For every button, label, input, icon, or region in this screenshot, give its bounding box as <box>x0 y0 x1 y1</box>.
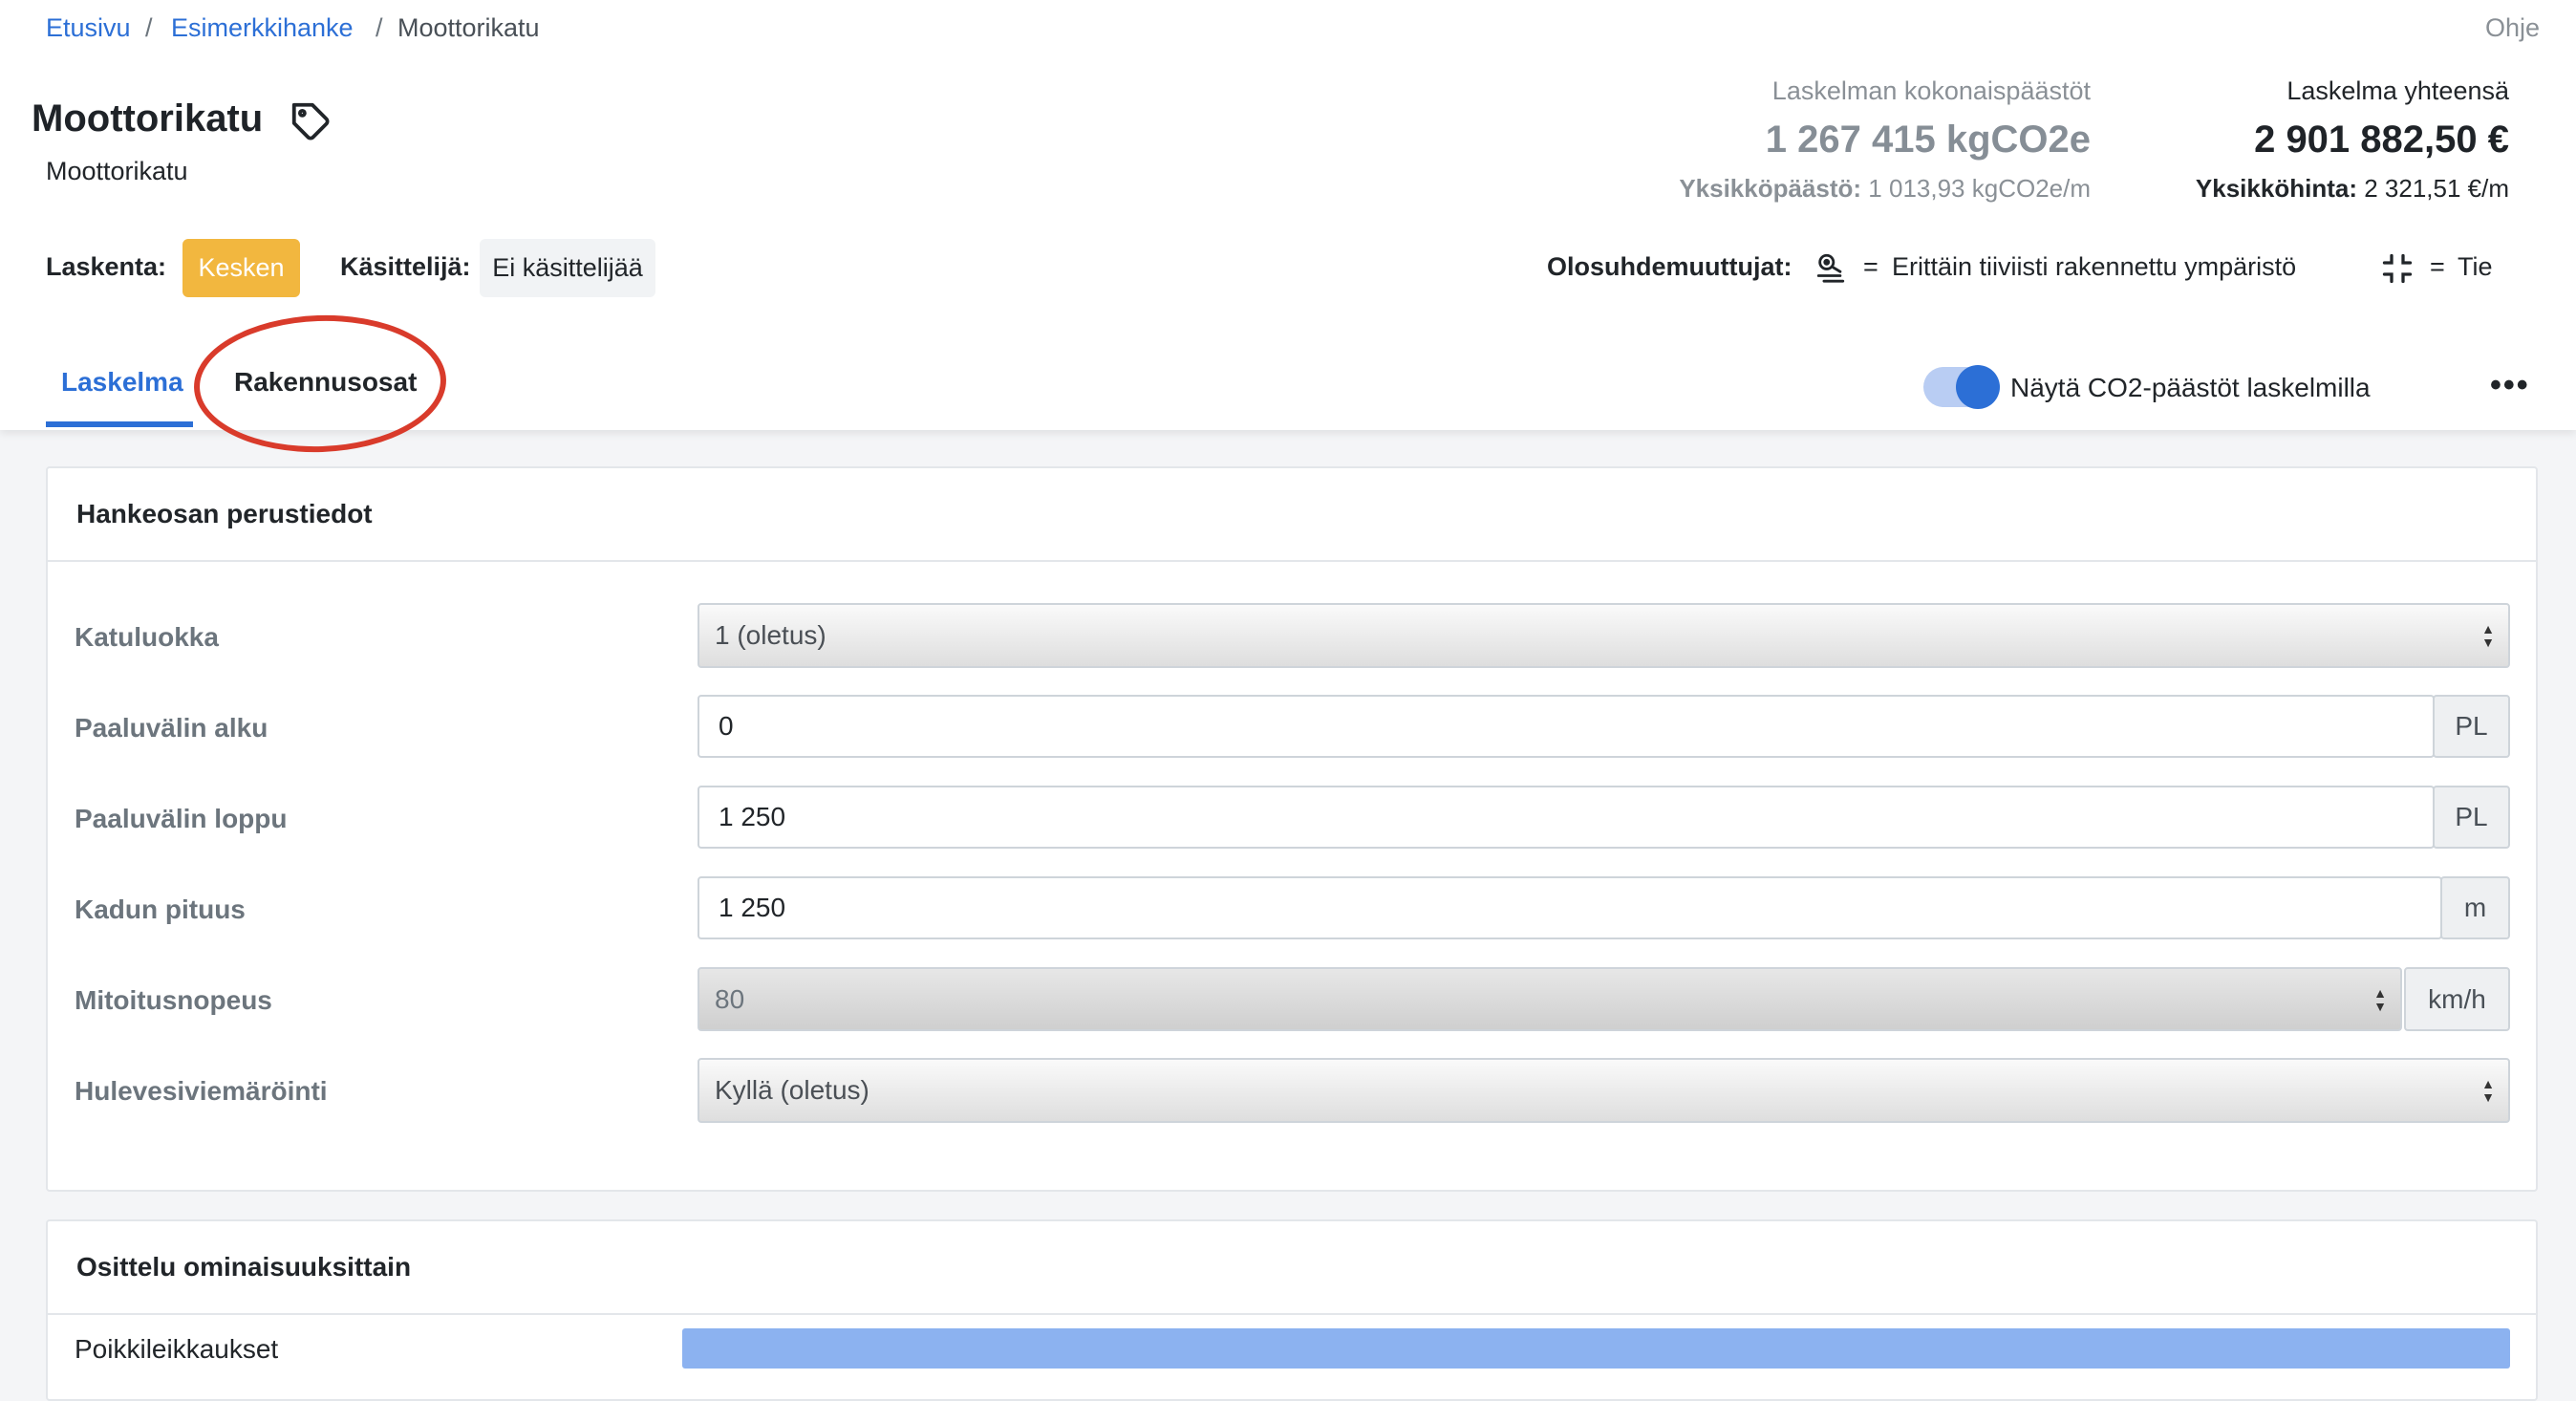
emissions-label: Laskelman kokonaispäästöt <box>1771 76 2091 105</box>
toggle-knob <box>1956 365 2000 409</box>
tab-laskelma[interactable]: Laskelma <box>61 367 183 398</box>
street-length-value: 1 250 <box>719 893 786 922</box>
design-speed-select[interactable]: 80 ▲ ▼ <box>698 967 2402 1031</box>
stormwater-select[interactable]: Kyllä (oletus) ▲ ▼ <box>698 1058 2510 1123</box>
breakdown-title: Osittelu ominaisuuksittain <box>48 1221 2536 1315</box>
chainage-end-value: 1 250 <box>719 802 786 831</box>
emission-unit-line: Yksikköpäästö: 1 013,93 kgCO2e/m <box>1679 174 2091 204</box>
breadcrumb-home-link[interactable]: Etusivu <box>46 13 131 43</box>
street-class-value: 1 (oletus) <box>715 620 826 650</box>
handler-badge[interactable]: Ei käsittelijää <box>480 239 655 297</box>
street-class-select[interactable]: 1 (oletus) ▲ ▼ <box>698 603 2510 668</box>
chainage-end-input[interactable]: 1 250 <box>698 786 2435 849</box>
handler-label: Käsittelijä: <box>340 252 471 281</box>
chainage-end-label: Paaluvälin loppu <box>75 804 288 833</box>
more-options-icon[interactable]: ••• <box>2490 367 2530 404</box>
design-speed-unit: km/h <box>2404 967 2510 1031</box>
conditions-label: Olosuhdemuuttujat: <box>1547 252 1792 281</box>
unit-price-line: Yksikköhinta: 2 321,51 €/m <box>2196 174 2509 204</box>
stormwater-label: Hulevesiviemäröinti <box>75 1076 328 1106</box>
condition-eq: = <box>2430 252 2445 281</box>
design-speed-label: Mitoitusnopeus <box>75 985 272 1015</box>
total-label: Laskelma yhteensä <box>2286 76 2509 105</box>
select-arrows-icon: ▲ ▼ <box>2481 621 2495 650</box>
total-value: 2 901 882,50 € <box>2254 119 2509 161</box>
page-subtitle: Moottorikatu <box>46 157 188 185</box>
breadcrumb-project-link[interactable]: Esimerkkihanke <box>171 13 354 43</box>
active-tab-indicator <box>46 421 193 427</box>
cross-sections-bar <box>682 1328 2510 1369</box>
breakdown-card: Osittelu ominaisuuksittain <box>46 1219 2538 1401</box>
cross-sections-label: Poikkileikkaukset <box>75 1334 279 1364</box>
street-length-unit: m <box>2440 876 2510 939</box>
chainage-end-unit: PL <box>2433 786 2510 849</box>
chainage-start-value: 0 <box>719 711 734 741</box>
emissions-value: 1 267 415 kgCO2e <box>1765 119 2091 161</box>
emission-unit-value: 1 013,93 kgCO2e/m <box>1868 174 2091 203</box>
co2-toggle[interactable] <box>1923 365 2000 409</box>
tag-icon[interactable] <box>289 99 333 143</box>
calc-status-label: Laskenta: <box>46 252 167 281</box>
co2-toggle-label: Näytä CO2-päästöt laskelmilla <box>2010 373 2371 402</box>
select-arrows-icon: ▲ ▼ <box>2373 984 2387 1014</box>
chainage-start-input[interactable]: 0 <box>698 695 2435 758</box>
select-arrows-icon: ▲ ▼ <box>2481 1076 2495 1105</box>
page-title: Moottorikatu <box>32 97 264 140</box>
calc-status-badge[interactable]: Kesken <box>182 239 300 297</box>
street-length-label: Kadun pituus <box>75 894 246 924</box>
breadcrumb-current: Moottorikatu <box>397 13 540 42</box>
street-length-input[interactable]: 1 250 <box>698 876 2442 939</box>
condition-environment-value: Erittäin tiiviisti rakennettu ympäristö <box>1892 252 2297 281</box>
stormwater-value: Kyllä (oletus) <box>715 1075 869 1105</box>
basic-info-title: Hankeosan perustiedot <box>48 468 2536 562</box>
road-icon <box>2382 253 2413 284</box>
help-link[interactable]: Ohje <box>2485 13 2540 43</box>
chainage-start-unit: PL <box>2433 695 2510 758</box>
unit-price-label: Yksikköhinta: <box>2195 174 2357 203</box>
breadcrumb-separator: / <box>145 13 153 42</box>
chainage-start-label: Paaluvälin alku <box>75 713 268 743</box>
condition-eq: = <box>1863 252 1878 281</box>
condition-road-value: Tie <box>2458 252 2493 281</box>
unit-price-value: 2 321,51 €/m <box>2364 174 2509 203</box>
dense-environment-icon <box>1816 253 1845 283</box>
breadcrumb-separator: / <box>376 13 383 42</box>
emission-unit-label: Yksikköpäästö: <box>1679 174 1862 203</box>
street-class-label: Katuluokka <box>75 622 219 652</box>
design-speed-value: 80 <box>715 983 745 1014</box>
